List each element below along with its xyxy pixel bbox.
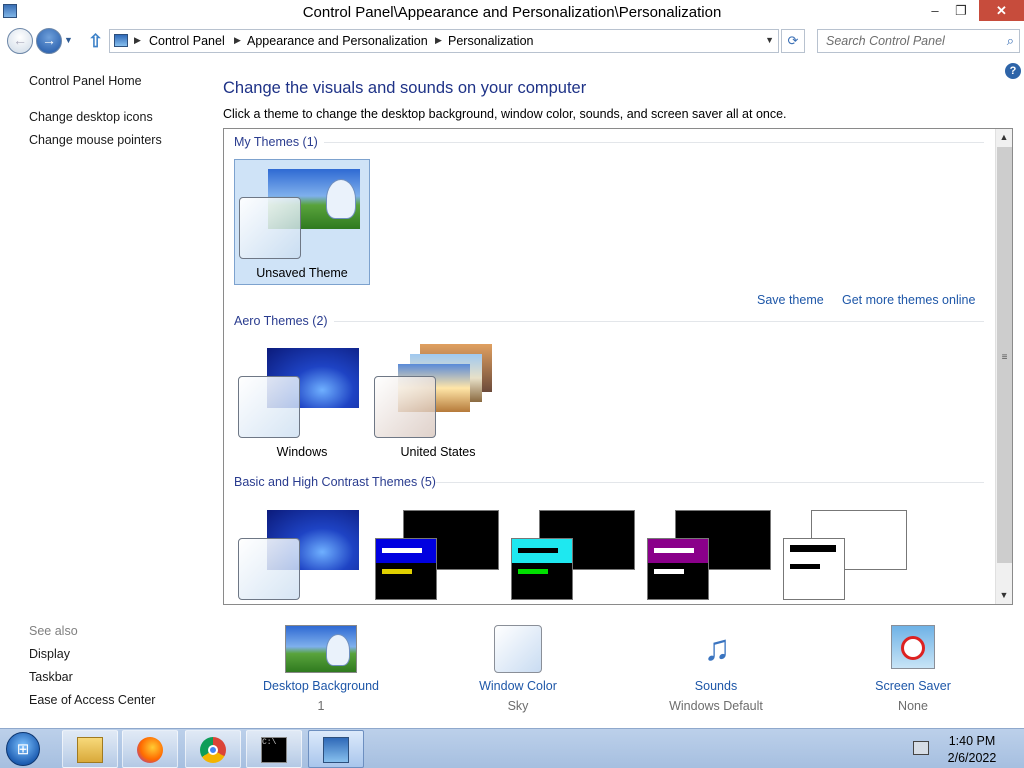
window-color-swatch [239,197,301,259]
see-also-taskbar[interactable]: Taskbar [29,670,73,684]
theme-high-contrast-2[interactable] [506,501,642,604]
option-value: Sky [507,699,529,713]
refresh-icon: ⟳ [787,33,799,48]
cmd-icon: C:\ [261,737,287,763]
theme-name: Windows [276,445,328,459]
option-label[interactable]: Window Color [428,679,608,693]
navigation-bar: ← → ▼ ⇧ ▶ Control Panel ▶ Appearance and… [0,25,1024,57]
start-button[interactable]: ⊞ [6,732,40,766]
window-title: Control Panel\Appearance and Personaliza… [302,4,722,21]
control-panel-icon [114,34,128,47]
group-divider [436,482,984,483]
window-color-swatch [238,376,300,438]
group-divider [334,321,984,322]
theme-united-states[interactable]: United States [370,339,506,465]
search-box[interactable]: ⌕ [817,29,1020,53]
see-also-display[interactable]: Display [29,647,70,661]
breadcrumb-chevron-icon[interactable]: ▶ [435,35,442,46]
option-label[interactable]: Desktop Background [231,679,411,693]
breadcrumb-chevron-icon[interactable]: ▶ [134,35,141,46]
forward-button[interactable]: → [36,28,62,54]
sidebar-link-mouse-pointers[interactable]: Change mouse pointers [29,133,162,147]
clock-date[interactable]: 2/6/2022 [944,751,1000,765]
refresh-button[interactable]: ⟳ [781,29,805,53]
theme-name: Unsaved Theme [256,266,348,280]
window-color-swatch [783,538,845,600]
option-value: Windows Default [669,699,763,713]
taskbar-firefox[interactable] [122,730,178,768]
taskbar-file-explorer[interactable] [62,730,118,768]
scroll-down-icon[interactable]: ▼ [996,587,1012,604]
sidebar-link-desktop-icons[interactable]: Change desktop icons [29,110,153,124]
save-theme-link[interactable]: Save theme [757,293,824,307]
taskbar-chrome[interactable] [185,730,241,768]
breadcrumb-appearance[interactable]: Appearance and Personalization [247,34,428,48]
theme-windows-basic[interactable] [234,501,370,604]
search-input[interactable] [818,30,998,52]
option-value: None [898,699,928,713]
desktop-background-icon [285,625,357,673]
address-dropdown-icon[interactable]: ▼ [765,35,774,45]
taskbar: ⊞ C:\ 1:40 PM 2/6/2022 [0,728,1024,768]
page-title: Change the visuals and sounds on your co… [223,79,587,97]
taskbar-command-prompt[interactable]: C:\ [246,730,302,768]
taskbar-control-panel[interactable] [308,730,364,768]
get-more-themes-link[interactable]: Get more themes online [842,293,975,307]
recent-locations-dropdown[interactable]: ▼ [64,35,73,45]
breadcrumb-control-panel[interactable]: Control Panel [149,34,225,48]
sounds-icon: ♫ [703,627,731,668]
sidebar: Control Panel Home Change desktop icons … [0,58,200,728]
theme-unsaved[interactable]: Unsaved Theme [234,159,370,285]
back-arrow-icon: ← [13,32,27,48]
group-heading-my-themes: My Themes (1) [234,135,318,149]
window-color-swatch [511,538,573,600]
see-also-ease-of-access[interactable]: Ease of Access Center [29,693,155,707]
option-value: 1 [317,699,325,713]
window-color-icon [494,625,542,673]
theme-name: United States [400,445,476,459]
scroll-thumb[interactable]: ≡ [997,147,1012,563]
theme-high-contrast-white[interactable] [778,501,914,604]
main-pane: ? Change the visuals and sounds on your … [201,58,1024,728]
window-color-swatch [647,538,709,600]
clock-time[interactable]: 1:40 PM [944,734,1000,748]
control-panel-icon [323,737,349,763]
breadcrumb-chevron-icon[interactable]: ▶ [234,35,241,46]
group-heading-basic-themes: Basic and High Contrast Themes (5) [234,475,436,489]
up-level-button[interactable]: ⇧ [88,31,103,52]
window-color-swatch [374,376,436,438]
chrome-icon [200,737,226,763]
group-heading-aero-themes: Aero Themes (2) [234,314,328,328]
file-explorer-icon [77,737,103,763]
theme-high-contrast-black[interactable] [642,501,778,604]
breadcrumb-personalization[interactable]: Personalization [448,34,533,48]
close-button[interactable]: ✕ [979,0,1024,21]
firefox-icon [137,737,163,763]
scroll-up-icon[interactable]: ▲ [996,129,1012,146]
theme-high-contrast-1[interactable] [370,501,506,604]
themes-scrollbar[interactable]: ▲ ≡ ▼ [995,129,1012,604]
option-label[interactable]: Screen Saver [823,679,1003,693]
option-label[interactable]: Sounds [626,679,806,693]
sidebar-link-home[interactable]: Control Panel Home [29,74,142,88]
help-icon[interactable]: ? [1005,63,1021,79]
window-color-swatch [238,538,300,600]
see-also-heading: See also [29,624,78,638]
page-description: Click a theme to change the desktop back… [223,107,787,121]
forward-arrow-icon: → [42,32,56,48]
scroll-grip-icon: ≡ [1001,352,1008,363]
back-button[interactable]: ← [7,28,33,54]
title-bar: Control Panel\Appearance and Personaliza… [0,0,1024,25]
windows-logo-icon: ⊞ [16,741,30,758]
search-icon[interactable]: ⌕ [1007,33,1014,49]
restore-button[interactable]: ❐ [946,0,976,21]
group-divider [324,142,984,143]
character-image [326,179,356,219]
address-bar[interactable]: ▶ Control Panel ▶ Appearance and Persona… [109,29,779,53]
theme-windows[interactable]: Windows [234,339,370,465]
network-icon[interactable] [913,741,929,755]
screen-saver-icon [891,625,935,669]
themes-list: My Themes (1) Unsaved Theme Save theme G… [223,128,1013,605]
window-color-swatch [375,538,437,600]
